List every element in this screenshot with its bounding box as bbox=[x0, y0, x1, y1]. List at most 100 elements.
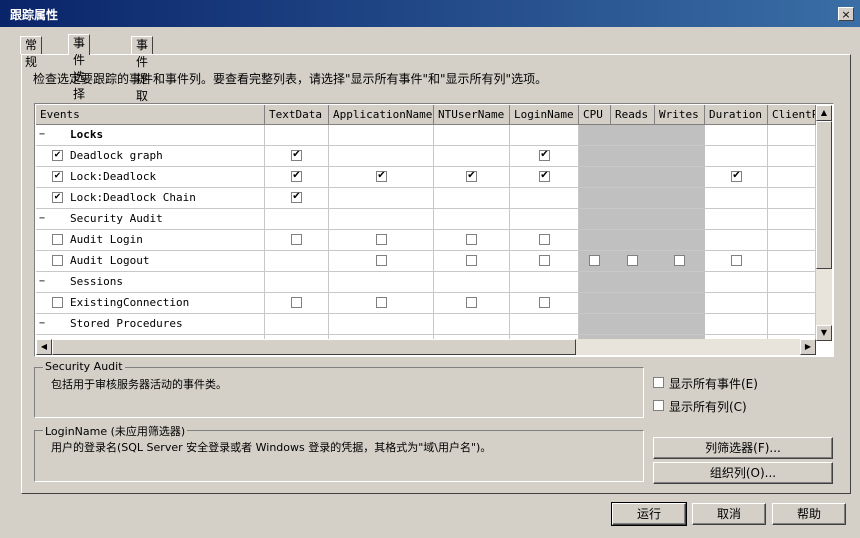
grid-cell bbox=[265, 272, 329, 292]
run-button[interactable]: 运行 bbox=[611, 502, 687, 526]
collapse-icon[interactable]: − bbox=[39, 130, 48, 140]
column-checkbox-textdata[interactable] bbox=[291, 234, 302, 245]
column-header-duration[interactable]: Duration bbox=[705, 105, 768, 125]
column-header-textdata[interactable]: TextData bbox=[265, 105, 329, 125]
collapse-icon[interactable]: − bbox=[39, 319, 48, 329]
grid-cell bbox=[655, 230, 705, 250]
category-row[interactable]: − Security Audit bbox=[36, 209, 816, 230]
column-checkbox-textdata[interactable] bbox=[291, 150, 302, 161]
event-checkbox[interactable] bbox=[52, 234, 63, 245]
event-row[interactable]: Lock:Deadlock bbox=[36, 167, 816, 188]
show-all-columns-checkbox[interactable] bbox=[653, 400, 664, 411]
event-checkbox[interactable] bbox=[52, 171, 63, 182]
column-checkbox-textdata[interactable] bbox=[291, 297, 302, 308]
close-button[interactable]: × bbox=[838, 7, 854, 21]
column-checkbox-cpu[interactable] bbox=[589, 255, 600, 266]
event-checkbox[interactable] bbox=[52, 192, 63, 203]
column-checkbox-ntusername[interactable] bbox=[466, 171, 477, 182]
tab-general[interactable]: 常规 bbox=[20, 36, 43, 69]
grid-cell bbox=[611, 230, 655, 250]
column-header-reads[interactable]: Reads bbox=[611, 105, 655, 125]
grid-cell bbox=[579, 230, 611, 250]
column-header-applicationname[interactable]: ApplicationName bbox=[329, 105, 434, 125]
event-row[interactable]: ExistingConnection bbox=[36, 293, 816, 314]
cancel-button[interactable]: 取消 bbox=[692, 503, 766, 525]
events-grid: Events TextData ApplicationName NTUserName L… bbox=[34, 103, 834, 357]
help-button[interactable]: 帮助 bbox=[772, 503, 846, 525]
grid-cell bbox=[768, 251, 816, 271]
vertical-scrollbar[interactable]: ▲ ▼ bbox=[816, 105, 832, 341]
column-checkbox-applicationname[interactable] bbox=[376, 171, 387, 182]
category-row[interactable]: − Sessions bbox=[36, 272, 816, 293]
column-header-cpu[interactable]: CPU bbox=[579, 105, 611, 125]
column-checkbox-loginname[interactable] bbox=[539, 171, 550, 182]
column-checkbox-ntusername[interactable] bbox=[466, 234, 477, 245]
column-description-title: LoginName (未应用筛选器) bbox=[43, 423, 188, 439]
collapse-icon[interactable]: − bbox=[39, 214, 48, 224]
event-checkbox[interactable] bbox=[52, 297, 63, 308]
vertical-scroll-thumb[interactable] bbox=[816, 121, 832, 269]
column-checkbox-writes[interactable] bbox=[674, 255, 685, 266]
column-checkbox-textdata[interactable] bbox=[291, 192, 302, 203]
grid-cell bbox=[768, 188, 816, 208]
column-header-events[interactable]: Events bbox=[36, 105, 265, 125]
column-checkbox-applicationname[interactable] bbox=[376, 255, 387, 266]
event-name-cell: − Sessions bbox=[36, 272, 265, 292]
grid-cell bbox=[611, 272, 655, 292]
window-title: 跟踪属性 bbox=[10, 8, 59, 22]
event-row[interactable]: Audit Login bbox=[36, 230, 816, 251]
column-checkbox-applicationname[interactable] bbox=[376, 297, 387, 308]
grid-cell bbox=[611, 293, 655, 313]
horizontal-scroll-thumb[interactable] bbox=[52, 339, 576, 355]
grid-cell bbox=[579, 272, 611, 292]
grid-cell bbox=[705, 230, 768, 250]
event-label: Deadlock graph bbox=[70, 149, 163, 162]
column-checkbox-ntusername[interactable] bbox=[466, 255, 477, 266]
column-header-ntusername[interactable]: NTUserName bbox=[434, 105, 510, 125]
tab-events-selection[interactable]: 事件选择 bbox=[68, 34, 91, 101]
grid-cell bbox=[579, 125, 611, 145]
grid-cell bbox=[434, 125, 510, 145]
column-checkbox-duration[interactable] bbox=[731, 171, 742, 182]
event-name-cell: Deadlock graph bbox=[36, 146, 265, 166]
grid-cell bbox=[510, 209, 579, 229]
column-checkbox-textdata[interactable] bbox=[291, 171, 302, 182]
column-header-clientp[interactable]: ClientP bbox=[768, 105, 816, 125]
event-row[interactable]: Audit Logout bbox=[36, 251, 816, 272]
column-checkbox-loginname[interactable] bbox=[539, 297, 550, 308]
column-checkbox-loginname[interactable] bbox=[539, 255, 550, 266]
category-row[interactable]: − Stored Procedures bbox=[36, 314, 816, 335]
grid-cell bbox=[768, 272, 816, 292]
instructions-text: 检查选定要跟踪的事件和事件列。要查看完整列表，请选择"显示所有事件"和"显示所有… bbox=[33, 72, 548, 86]
tab-events-extraction[interactable]: 事件提取设置 bbox=[131, 36, 154, 137]
column-checkbox-duration[interactable] bbox=[731, 255, 742, 266]
column-checkbox-ntusername[interactable] bbox=[466, 297, 477, 308]
column-header-loginname[interactable]: LoginName bbox=[510, 105, 579, 125]
horizontal-scrollbar[interactable]: ◀ ▶ bbox=[36, 339, 816, 355]
show-all-columns-label: 显示所有列(C) bbox=[669, 400, 747, 414]
category-row[interactable]: − Locks bbox=[36, 125, 816, 146]
collapse-icon[interactable]: − bbox=[39, 277, 48, 287]
scroll-left-icon[interactable]: ◀ bbox=[36, 339, 52, 355]
show-all-events-checkbox[interactable] bbox=[653, 377, 664, 388]
grid-cell bbox=[655, 314, 705, 334]
column-checkbox-loginname[interactable] bbox=[539, 150, 550, 161]
scroll-up-icon[interactable]: ▲ bbox=[816, 105, 832, 121]
grid-cell bbox=[434, 146, 510, 166]
organize-columns-button[interactable]: 组织列(O)... bbox=[653, 462, 833, 484]
scroll-down-icon[interactable]: ▼ bbox=[816, 325, 832, 341]
event-checkbox[interactable] bbox=[52, 150, 63, 161]
event-description-group: Security Audit 包括用于审核服务器活动的事件类。 bbox=[34, 360, 644, 418]
grid-cell bbox=[579, 293, 611, 313]
column-checkbox-applicationname[interactable] bbox=[376, 234, 387, 245]
grid-cell bbox=[768, 167, 816, 187]
column-checkbox-loginname[interactable] bbox=[539, 234, 550, 245]
grid-cell bbox=[265, 209, 329, 229]
column-checkbox-reads[interactable] bbox=[627, 255, 638, 266]
event-checkbox[interactable] bbox=[52, 255, 63, 266]
event-row[interactable]: Deadlock graph bbox=[36, 146, 816, 167]
column-filters-button[interactable]: 列筛选器(F)... bbox=[653, 437, 833, 459]
event-row[interactable]: Lock:Deadlock Chain bbox=[36, 188, 816, 209]
column-header-writes[interactable]: Writes bbox=[655, 105, 705, 125]
scroll-right-icon[interactable]: ▶ bbox=[800, 339, 816, 355]
